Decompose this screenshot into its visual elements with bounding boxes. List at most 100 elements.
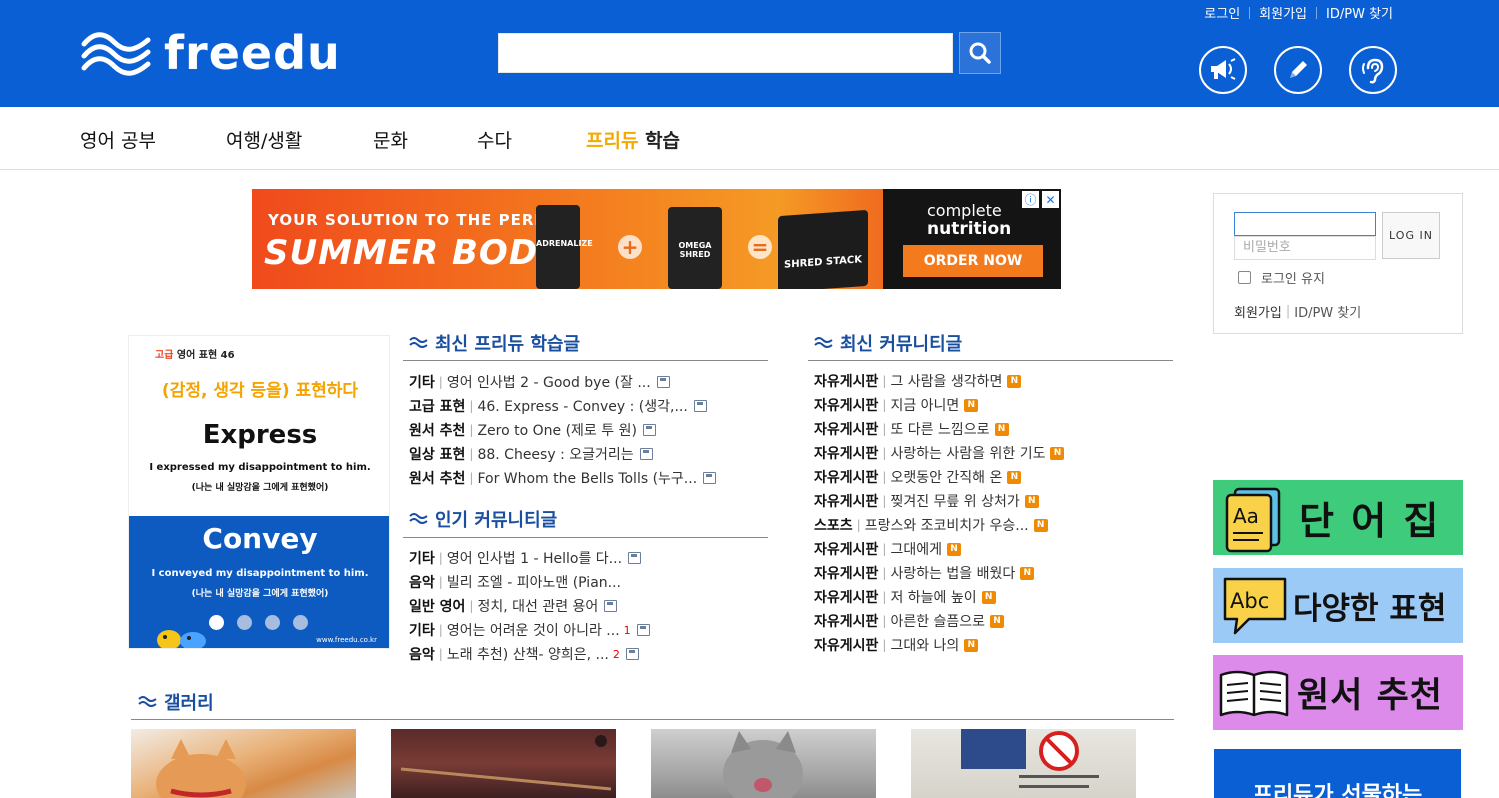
latest-learning-list: 기타 | 영어 인사법 2 - Good bye (잘 ... 고급 표현 | 46. … [409, 370, 717, 490]
item-title: 그대에게 [890, 542, 942, 558]
kitten-photo-icon [156, 739, 246, 798]
list-item[interactable]: 스포츠 | 프랑스와 조코비치가 우승... N [814, 513, 1064, 537]
divider: | [469, 447, 474, 461]
slide-example-2-ko: (나는 내 실망감을 그에게 표현했어) [191, 589, 329, 599]
section-title-text: 인기 커뮤니티글 [435, 510, 558, 531]
banner-vocabulary[interactable]: Aa 단 어 집 [1213, 480, 1463, 555]
search-input[interactable] [498, 33, 953, 73]
item-category: 자유게시판 [814, 398, 879, 414]
search-button[interactable] [959, 32, 1001, 74]
site-logo[interactable]: freedu [80, 30, 341, 76]
list-item[interactable]: 기타 | 영어 인사법 1 - Hello를 다... [409, 546, 650, 570]
gallery-thumb-bag[interactable] [391, 729, 616, 798]
notice-button[interactable] [1199, 46, 1247, 94]
new-badge: N [1007, 374, 1022, 388]
slide-dot[interactable] [209, 615, 224, 630]
item-title: 노래 추천) 산책- 양희은, ... [446, 647, 609, 663]
list-item[interactable]: 자유게시판 | 아른한 슬픔으로 N [814, 609, 1064, 633]
ad-order-button[interactable]: ORDER NOW [903, 245, 1043, 277]
document-icon [639, 448, 653, 460]
ad-info-icon[interactable]: ⓘ [1022, 191, 1039, 208]
new-badge: N [1024, 494, 1039, 508]
list-item[interactable]: 일반 영어 | 정치, 대선 관련 용어 [409, 594, 650, 618]
slide-dot[interactable] [237, 615, 252, 630]
item-category: 자유게시판 [814, 614, 879, 630]
slide-dot[interactable] [293, 615, 308, 630]
signup-link[interactable]: 회원가입 [1250, 3, 1316, 22]
speech-bubble-icon: Abc [1223, 577, 1287, 634]
product-label: OMEGA SHRED [678, 241, 712, 259]
featured-slide[interactable]: 고급 영어 표현 46 (감정, 생각 등을) 표현하다 Express I e… [128, 335, 390, 649]
section-title-text: 갤러리 [164, 693, 214, 714]
ad-banner[interactable]: YOUR SOLUTION TO THE PERFECT SUMMER BODY… [252, 189, 1061, 289]
list-item[interactable]: 음악 | 노래 추천) 산책- 양희은, ... 2 [409, 642, 650, 666]
nav-item-english[interactable]: 영어 공부 [80, 126, 156, 153]
section-title-popular-community: 인기 커뮤니티글 [409, 506, 557, 532]
gallery-thumb-cat[interactable] [131, 729, 356, 798]
section-title-text: 최신 커뮤니티글 [840, 334, 963, 355]
list-item[interactable]: 일상 표현 | 88. Cheesy : 오글거리는 [409, 442, 716, 466]
banner-expressions[interactable]: Abc 다양한 표현 [1213, 568, 1463, 643]
keep-login[interactable]: 로그인 유지 [1238, 268, 1325, 287]
divider: | [438, 551, 443, 565]
list-item[interactable]: 자유게시판 | 찢겨진 무릎 위 상처가 N [814, 489, 1064, 513]
nav-item-travel[interactable]: 여행/생활 [226, 126, 302, 153]
list-item[interactable]: 자유게시판 | 저 하늘에 높이 N [814, 585, 1064, 609]
keep-login-label: 로그인 유지 [1261, 272, 1325, 287]
list-item[interactable]: 자유게시판 | 사랑하는 법을 배웠다 N [814, 561, 1064, 585]
list-item[interactable]: 원서 추천 | For Whom the Bells Tolls (누구... [409, 466, 717, 490]
banner-books[interactable]: 원서 추천 [1213, 655, 1463, 730]
section-title-gallery: 갤러리 [138, 689, 214, 715]
divider: | [1285, 304, 1291, 319]
list-item[interactable]: 음악 | 빌리 조엘 - 피아노맨 (Pian... [409, 570, 650, 594]
signup-link[interactable]: 회원가입 [1234, 302, 1282, 321]
list-item[interactable]: 원서 추천 | Zero to One (제로 투 원) [409, 418, 716, 442]
item-category: 자유게시판 [814, 374, 879, 390]
item-title: 빌리 조엘 - 피아노맨 (Pian... [446, 575, 621, 591]
divider: | [882, 374, 887, 388]
divider: | [882, 566, 887, 580]
list-item[interactable]: 자유게시판 | 그 사람을 생각하면 N [814, 369, 1064, 393]
item-category: 일상 표현 [409, 447, 466, 463]
login-button[interactable]: LOG IN [1382, 212, 1440, 259]
list-item[interactable]: 자유게시판 | 지금 아니면 N [814, 393, 1064, 417]
slide-dot[interactable] [265, 615, 280, 630]
banner-gift[interactable]: 프리듀가 선물하는 [1214, 749, 1461, 798]
logo-text: freedu [164, 26, 341, 80]
password-input[interactable]: 비밀번호 [1234, 236, 1376, 260]
user-id-input[interactable] [1234, 212, 1376, 236]
nav-item-freedu-learning[interactable]: 프리듀 학습 [586, 126, 680, 153]
list-item[interactable]: 자유게시판 | 그대에게 N [814, 537, 1064, 561]
login-link[interactable]: 로그인 [1195, 3, 1249, 22]
product-label: SHRED STACK [784, 254, 862, 271]
equals-icon: = [748, 235, 772, 259]
item-category: 스포츠 [814, 518, 853, 534]
gallery-thumb-poster[interactable] [911, 729, 1136, 798]
divider: | [882, 446, 887, 460]
poster-photo-icon [961, 729, 1099, 788]
product-label: ADRENALIZE [536, 239, 593, 248]
gallery-thumb-cat-2[interactable] [651, 729, 876, 798]
write-button[interactable] [1274, 46, 1322, 94]
document-icon [656, 376, 670, 388]
list-item[interactable]: 자유게시판 | 그대와 나의 N [814, 633, 1064, 657]
item-title: 프랑스와 조코비치가 우승... [864, 518, 1029, 534]
item-title: 그대와 나의 [890, 638, 960, 654]
list-item[interactable]: 기타 | 영어 인사법 2 - Good bye (잘 ... [409, 370, 716, 394]
new-badge: N [964, 638, 979, 652]
list-item[interactable]: 기타 | 영어는 어려운 것이 아니라 ... 1 [409, 618, 650, 642]
document-icon [642, 424, 656, 436]
close-icon[interactable]: ✕ [1042, 191, 1059, 208]
list-item[interactable]: 자유게시판 | 오랫동안 간직해 온 N [814, 465, 1064, 489]
nav-item-chat[interactable]: 수다 [477, 126, 512, 153]
find-account-link[interactable]: ID/PW 찾기 [1317, 3, 1402, 22]
keep-login-checkbox[interactable] [1238, 271, 1251, 284]
divider: | [882, 590, 887, 604]
banner-vocabulary-text: 단 어 집 [1299, 499, 1441, 543]
find-account-link[interactable]: ID/PW 찾기 [1294, 302, 1361, 321]
list-item[interactable]: 고급 표현 | 46. Express - Convey : (생각,... [409, 394, 716, 418]
nav-item-culture[interactable]: 문화 [373, 126, 408, 153]
list-item[interactable]: 자유게시판 | 사랑하는 사람을 위한 기도 N [814, 441, 1065, 465]
listen-button[interactable] [1349, 46, 1397, 94]
list-item[interactable]: 자유게시판 | 또 다른 느낌으로 N [814, 417, 1064, 441]
